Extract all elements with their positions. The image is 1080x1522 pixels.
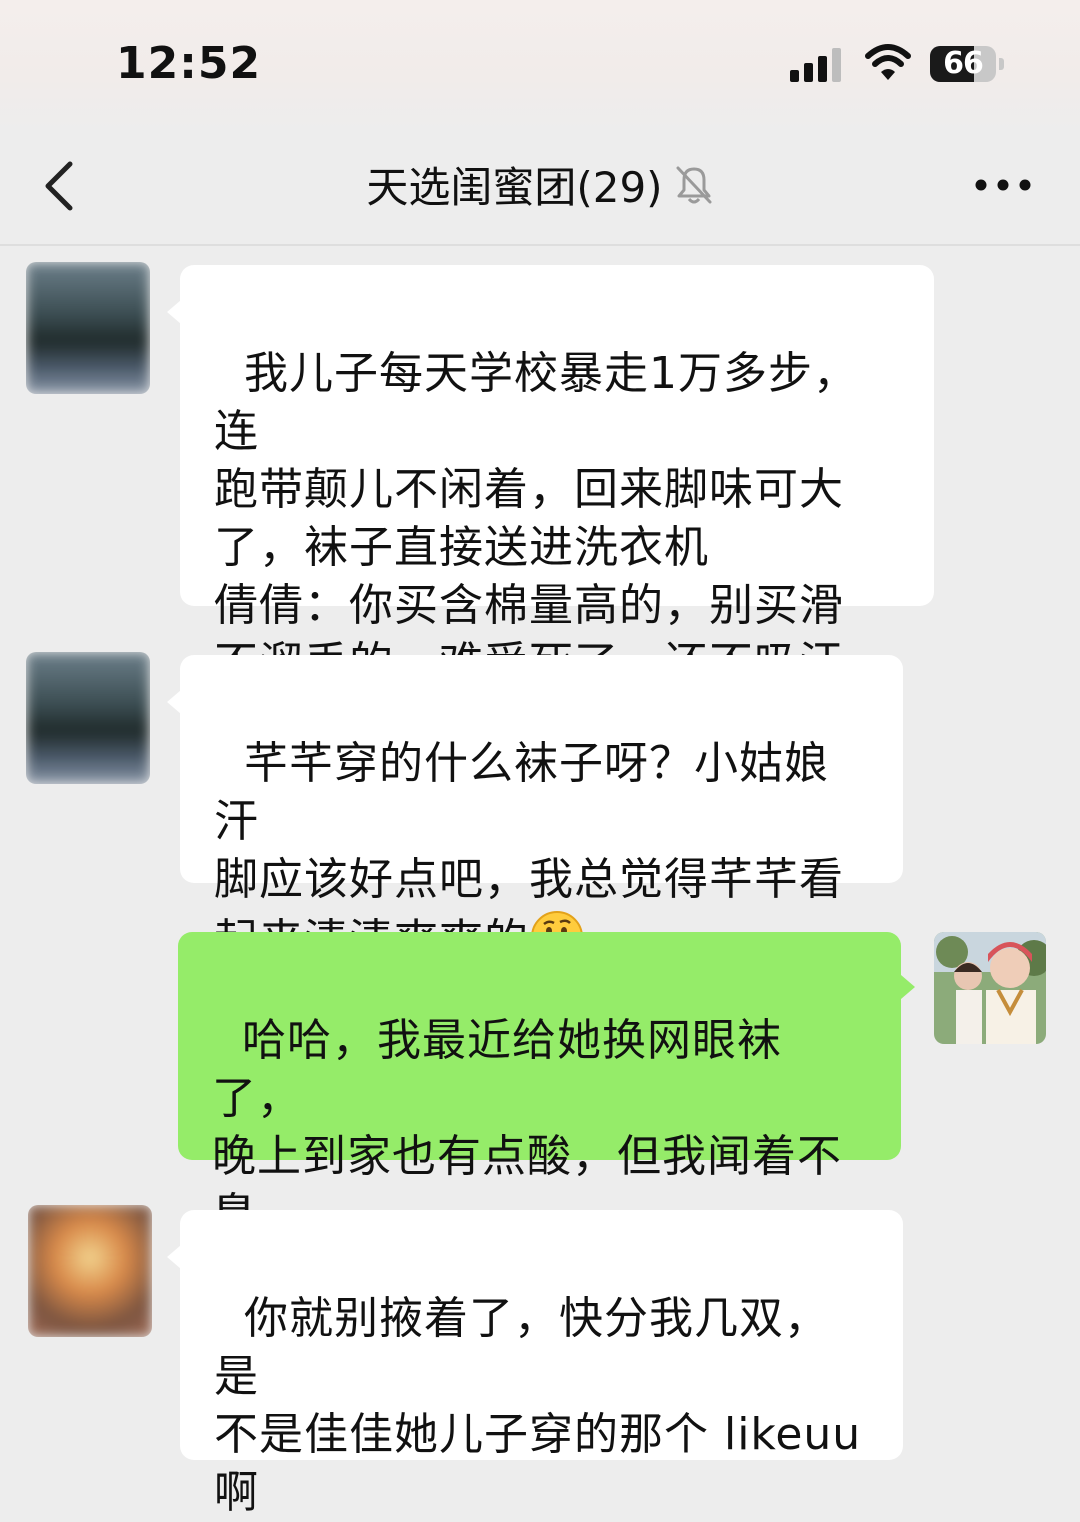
bubble-tail — [167, 300, 181, 324]
message-text: 我儿子每天学校暴走1万多步，连 跑带颠儿不闲着，回来脚味可大 了，袜子直接送进洗… — [214, 348, 858, 689]
message-bubble[interactable]: 我儿子每天学校暴走1万多步，连 跑带颠儿不闲着，回来脚味可大 了，袜子直接送进洗… — [180, 265, 934, 689]
wifi-icon — [865, 44, 911, 80]
bell-muted-icon — [676, 166, 712, 203]
chat-title[interactable]: 天选闺蜜团(29) — [366, 163, 662, 212]
chat-nav-bar: 天选闺蜜团(29) — [0, 130, 1080, 246]
message-bubble-outgoing[interactable]: 哈哈，我最近给她换网眼袜了， 晚上到家也有点酸，但我闻着不 臭 — [178, 932, 901, 1240]
sender-avatar[interactable] — [26, 652, 150, 784]
my-avatar[interactable] — [934, 932, 1046, 1044]
message-bubble[interactable]: 你就别掖着了，快分我几双，是 不是佳佳她儿子穿的那个 likeuu 啊 — [180, 1210, 903, 1518]
bubble-tail — [901, 975, 915, 999]
message-text: 哈哈，我最近给她换网眼袜了， 晚上到家也有点酸，但我闻着不 臭 — [212, 1015, 842, 1240]
bubble-tail — [167, 690, 181, 714]
status-time: 12:52 — [116, 38, 262, 89]
message-text: 你就别掖着了，快分我几双，是 不是佳佳她儿子穿的那个 likeuu 啊 — [214, 1293, 862, 1518]
battery-body: 66 — [930, 46, 996, 82]
sender-avatar[interactable] — [28, 1205, 152, 1337]
message-bubble[interactable]: 芊芊穿的什么袜子呀？小姑娘汗 脚应该好点吧，我总觉得芊芊看 起来清清爽爽的 — [180, 655, 903, 966]
cellular-signal-icon — [790, 48, 841, 82]
chat-title-wrap: 天选闺蜜团(29) — [0, 154, 1080, 215]
battery-level-text: 66 — [943, 46, 984, 81]
more-dots-icon[interactable] — [972, 170, 1034, 200]
battery-tip — [999, 58, 1004, 70]
bubble-tail — [167, 1245, 181, 1269]
battery-indicator: 66 — [930, 46, 1006, 84]
avatar-image — [26, 652, 150, 784]
avatar-photo — [934, 932, 1046, 1044]
avatar-image — [26, 262, 150, 394]
avatar-image — [28, 1205, 152, 1337]
sender-avatar[interactable] — [26, 262, 150, 394]
status-bar: 12:52 66 — [0, 0, 1080, 130]
